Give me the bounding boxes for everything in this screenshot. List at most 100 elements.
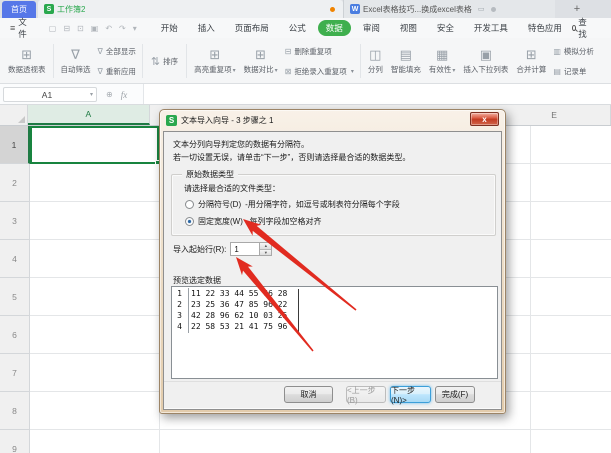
close-button[interactable]: x xyxy=(470,112,499,126)
more-icon[interactable]: ▾ xyxy=(133,24,137,33)
auto-filter-button[interactable]: ∇ 自动筛选 xyxy=(57,41,95,81)
highlight-duplicates-button[interactable]: ⊞ 高亮重复项▾ xyxy=(190,41,240,81)
select-all-corner[interactable] xyxy=(0,105,29,125)
menu-tab-页面布局[interactable]: 页面布局 xyxy=(227,20,277,36)
monitor-icon: ▭ xyxy=(477,6,485,13)
formula-input[interactable] xyxy=(143,84,611,104)
row-header-8[interactable]: 8 xyxy=(0,392,29,430)
preview-data-box[interactable]: 1 11 22 33 44 55 66 28 2 23 25 36 47 85 96 … xyxy=(171,286,498,379)
filter-options: ∇ 全部显示 ∇ 重新应用 xyxy=(95,41,139,81)
what-if-analysis-button[interactable]: ▥ 模拟分析 xyxy=(553,46,594,57)
menu-tab-审阅[interactable]: 审阅 xyxy=(355,20,388,36)
tab-document[interactable]: W Excel表格技巧...换成excel表格 ▭ xyxy=(343,0,555,18)
tab-workbook-label: 工作簿2 xyxy=(57,4,86,14)
divider xyxy=(141,44,143,78)
row-header-5[interactable]: 5 xyxy=(0,278,29,316)
sort-button[interactable]: ⇅ 排序 xyxy=(146,41,183,81)
consolidate-button[interactable]: ⊞ 合并计算 xyxy=(512,41,550,81)
find-button[interactable]: 查找 xyxy=(571,16,589,40)
quick-access-toolbar: ▢ ⊟ ⊡ ▣ ↶ ↷ ▾ xyxy=(43,24,143,33)
chevron-down-icon: ▾ xyxy=(89,92,93,98)
writer-app-icon: W xyxy=(350,4,360,14)
column-header-a[interactable]: A xyxy=(28,105,150,125)
print-icon[interactable]: ⊡ xyxy=(77,24,84,33)
menu-tab-公式[interactable]: 公式 xyxy=(281,20,314,36)
cell-reference: A1 xyxy=(41,89,53,100)
menu-tab-开始[interactable]: 开始 xyxy=(153,20,186,36)
smart-fill-button[interactable]: ▤ 智能填充 xyxy=(387,41,425,81)
insert-function-icon[interactable]: fx xyxy=(121,90,128,100)
menu-tab-数据[interactable]: 数据 xyxy=(317,20,351,36)
row-header-7[interactable]: 7 xyxy=(0,354,29,392)
tab-workbook[interactable]: S 工作簿2 xyxy=(38,0,343,18)
pivot-table-icon: ⊞ xyxy=(21,47,33,62)
spin-down-icon[interactable]: ▼ xyxy=(260,248,272,255)
text-to-columns-button[interactable]: ◫ 分列 xyxy=(364,41,387,81)
dialog-footer: 取消 <上一步(B) 下一步(N)> 完成(F) xyxy=(164,381,501,409)
remove-duplicates-button[interactable]: ⊟ 删除重复项 xyxy=(285,46,354,57)
funnel-icon: ∇ xyxy=(71,47,80,62)
menu-tab-开发工具[interactable]: 开发工具 xyxy=(466,20,516,36)
wizard-intro-line1: 文本分列向导判定您的数据有分隔符。 xyxy=(173,140,309,149)
record-form-button[interactable]: ▤ 记录单 xyxy=(553,66,594,77)
chevron-down-icon: ▾ xyxy=(232,68,236,74)
show-all-button[interactable]: ∇ 全部显示 xyxy=(98,46,136,57)
tab-close-dot-icon[interactable] xyxy=(490,6,496,12)
menu-tab-视图[interactable]: 视图 xyxy=(392,20,425,36)
validation-button[interactable]: ▦ 有效性▾ xyxy=(425,41,460,81)
close-icon: x xyxy=(482,114,487,124)
preview-row-text: 23 25 36 47 85 96 22 xyxy=(191,300,288,309)
preview-row: 4 22 58 53 21 41 75 96 xyxy=(172,321,497,332)
reapply-button[interactable]: ∇ 重新应用 xyxy=(98,66,136,77)
next-button[interactable]: 下一步(N)> xyxy=(390,386,431,405)
cancel-button[interactable]: 取消 xyxy=(284,386,333,403)
group-title: 原始数据类型 xyxy=(182,169,238,180)
name-box[interactable]: A1 ▾ xyxy=(3,87,97,102)
menu-tab-特色应用[interactable]: 特色应用 xyxy=(520,20,570,36)
row-header-2[interactable]: 2 xyxy=(0,164,29,202)
redo-icon[interactable]: ↷ xyxy=(119,24,126,33)
radio-checked-icon[interactable] xyxy=(185,217,194,226)
sort-icon: ⇅ xyxy=(150,55,161,68)
zoom-formula-icon[interactable]: ⊕ xyxy=(106,90,113,99)
row-header-4[interactable]: 4 xyxy=(0,240,29,278)
start-row-label: 导入起始行(R): xyxy=(173,244,227,254)
preview-row: 2 23 25 36 47 85 96 22 xyxy=(172,299,497,310)
save-icon[interactable]: ▢ xyxy=(49,24,57,33)
divider xyxy=(359,44,361,78)
data-compare-button[interactable]: ⊞ 数据对比▾ xyxy=(240,41,282,81)
chevron-down-icon: ▾ xyxy=(452,68,456,74)
record-form-icon: ▤ xyxy=(553,66,561,76)
finish-button[interactable]: 完成(F) xyxy=(435,386,475,403)
row-header-6[interactable]: 6 xyxy=(0,316,29,354)
column-break-line[interactable] xyxy=(298,289,299,332)
dialog-body: 文本分列向导判定您的数据有分隔符。 若一切设置无误，请单击“下一步”，否则请选择… xyxy=(163,131,502,410)
chevron-down-icon: ▾ xyxy=(274,68,278,74)
dialog-titlebar[interactable]: S 文本导入向导 - 3 步骤之 1 xyxy=(160,110,505,131)
undo-icon[interactable]: ↶ xyxy=(105,24,112,33)
start-row-stepper[interactable]: ▲ ▼ xyxy=(260,242,273,256)
selected-cell-a1[interactable] xyxy=(30,126,160,165)
text-to-columns-icon: ◫ xyxy=(369,47,382,62)
menu-tab-插入[interactable]: 插入 xyxy=(190,20,223,36)
insert-dropdown-list-button[interactable]: ▣ 插入下拉列表 xyxy=(459,41,512,81)
import-start-row: 导入起始行(R): 1 ▲ ▼ xyxy=(173,242,273,256)
radio-fixed-width[interactable]: 固定宽度(W) -每列字段加空格对齐 xyxy=(185,216,322,227)
chevron-down-icon: ▾ xyxy=(350,68,354,75)
reject-duplicates-button[interactable]: ⊠ 拒绝录入重复项 ▾ xyxy=(285,66,354,77)
pivot-table-button[interactable]: ⊞ 数据透视表 xyxy=(4,41,50,81)
column-header-e[interactable]: E xyxy=(498,105,611,125)
preview-icon[interactable]: ▣ xyxy=(91,24,99,33)
row-header-1[interactable]: 1 xyxy=(0,126,30,164)
radio-unchecked-icon[interactable] xyxy=(185,200,194,209)
start-row-input[interactable]: 1 xyxy=(230,242,261,256)
formula-bar: A1 ▾ ⊕ fx xyxy=(0,84,611,105)
menu-tab-安全[interactable]: 安全 xyxy=(429,20,462,36)
radio-delimited[interactable]: 分隔符号(D) -用分隔字符，如逗号或制表符分隔每个字段 xyxy=(185,199,400,210)
preview-row: 1 11 22 33 44 55 66 28 xyxy=(172,288,497,299)
row-header-9[interactable]: 9 xyxy=(0,430,29,453)
find-label: 查找 xyxy=(578,17,587,39)
export-icon[interactable]: ⊟ xyxy=(63,24,70,33)
file-menu-button[interactable]: ≡ 文件 xyxy=(0,16,35,40)
row-header-3[interactable]: 3 xyxy=(0,202,29,240)
